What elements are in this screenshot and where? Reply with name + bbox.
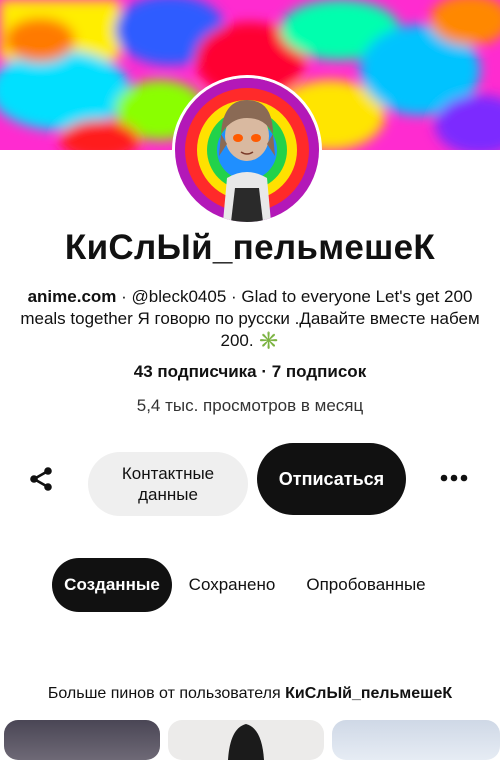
tab-tried[interactable]: Опробованные	[296, 558, 436, 612]
more-options-button[interactable]	[434, 466, 474, 490]
pin-thumbnail[interactable]	[332, 720, 500, 760]
share-button[interactable]	[22, 460, 60, 498]
pin-thumbnail[interactable]	[168, 720, 324, 760]
tab-created[interactable]: Созданные	[52, 558, 172, 612]
monthly-views: 5,4 тыс. просмотров в месяц	[136, 396, 364, 415]
pin-thumbnail[interactable]	[4, 720, 160, 760]
unfollow-button[interactable]: Отписаться	[257, 443, 406, 515]
profile-avatar	[172, 75, 322, 225]
more-dots-icon	[440, 474, 468, 482]
more-pins-username: КиСлЫй_пельмешеК	[285, 685, 453, 702]
more-pins-heading: Больше пинов от пользователя КиСлЫй_пель…	[0, 685, 500, 703]
profile-bio: anime.com · @bleck0405 · Glad to everyon…	[10, 286, 490, 352]
tab-saved[interactable]: Сохранено	[180, 558, 284, 612]
contact-info-button[interactable]: Контактные данные	[88, 452, 248, 516]
more-pins-prefix: Больше пинов от пользователя	[47, 685, 281, 702]
profile-website-link[interactable]: anime.com	[28, 287, 117, 306]
share-icon	[30, 467, 52, 491]
followers-following-count[interactable]: 43 подписчика · 7 подписок	[0, 362, 500, 382]
profile-display-name: КиСлЫй_пельмешеК	[64, 228, 436, 267]
